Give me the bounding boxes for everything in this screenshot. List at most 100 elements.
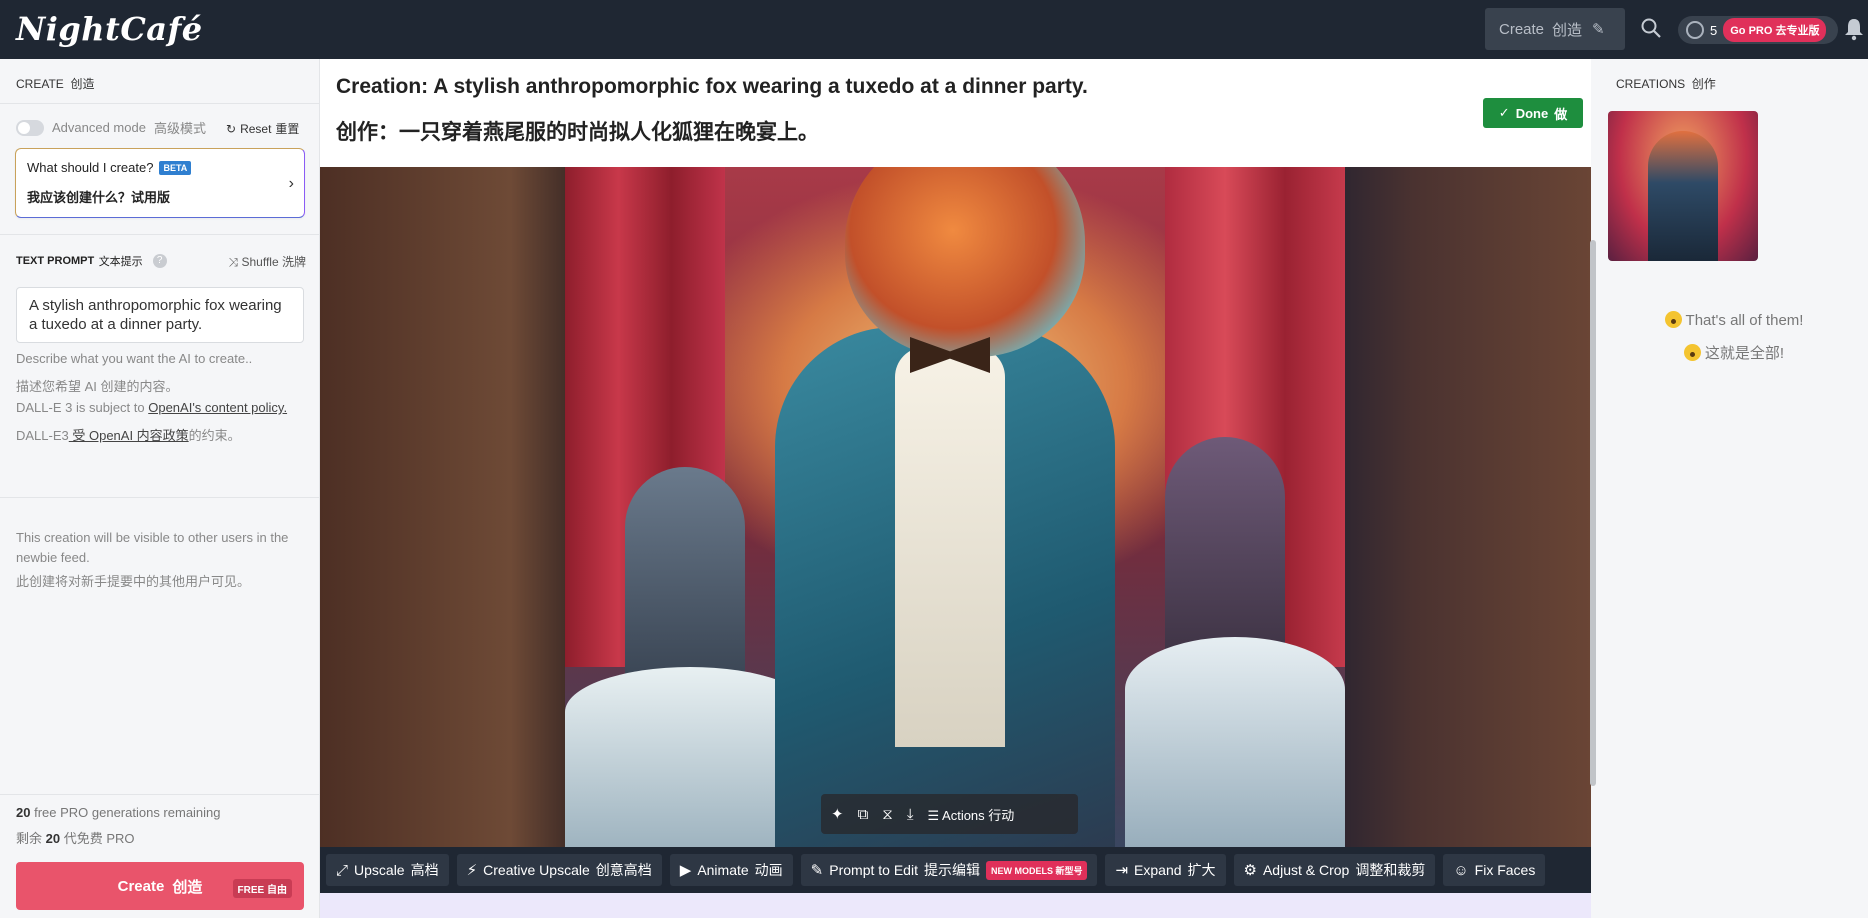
expand-button[interactable]: ⇥ Expand 扩大: [1105, 854, 1226, 886]
hourglass-icon[interactable]: ⧖: [882, 806, 893, 823]
create-button-label-cn: 创造: [172, 878, 203, 896]
end-note-cn: 这就是全部!: [1600, 342, 1868, 363]
animate-button[interactable]: ▶ Animate 动画: [669, 854, 793, 886]
header-create-label-cn: 创造: [1552, 21, 1583, 39]
toggle-switch[interactable]: [16, 119, 44, 136]
action-label-cn: 调整和裁剪: [1355, 862, 1426, 878]
reset-button[interactable]: ↻ Reset 重置: [226, 120, 299, 137]
gens-text: free PRO generations remaining: [30, 805, 221, 820]
fix-faces-button[interactable]: ☺ Fix Faces: [1443, 854, 1546, 886]
advanced-mode-label-cn: 高级模式: [153, 121, 206, 136]
action-label: Creative Upscale: [483, 862, 590, 878]
create-button-label: Create: [117, 877, 165, 895]
creation-view: Creation: A stylish anthropomorphic fox …: [320, 59, 1591, 918]
policy-link[interactable]: OpenAI's content policy.: [148, 400, 287, 415]
advanced-mode-toggle[interactable]: Advanced mode 高级模式: [16, 118, 206, 137]
creations-title-cn: 创作: [1691, 77, 1716, 91]
visibility-note: This creation will be visible to other u…: [16, 528, 306, 592]
action-label: Expand: [1134, 862, 1182, 878]
new-models-badge: NEW MODELS 新型号: [985, 860, 1088, 880]
policy-cn-prefix: DALL-E3: [16, 428, 69, 443]
actions-label-cn: 行动: [988, 807, 1015, 823]
credits-count: 5: [1710, 22, 1718, 38]
create-title-cn: 创造: [70, 77, 95, 91]
pencil-icon: ✎: [1592, 21, 1605, 38]
main-scrollbar[interactable]: [1590, 240, 1596, 786]
text-prompt-header: TEXT PROMPT 文本提示 ? ⤨ Shuffle 洗牌: [16, 252, 306, 270]
generations-remaining: 20 free PRO generations remaining 剩余 20 …: [16, 800, 221, 852]
free-badge: FREE 自由: [232, 879, 292, 898]
search-icon[interactable]: [1640, 17, 1662, 39]
fox-shirt: [895, 347, 1005, 747]
adjust-crop-button[interactable]: ⚙ Adjust & Crop 调整和裁剪: [1233, 854, 1436, 886]
expand-icon: ⤢: [336, 861, 349, 879]
reset-label-cn: 重置: [275, 122, 300, 136]
done-label: Done: [1515, 105, 1549, 121]
action-label-cn: 创意高档: [595, 862, 652, 878]
gear-icon: ⚙: [1243, 862, 1257, 879]
credits-pill[interactable]: 5 Go PRO 去专业版: [1678, 16, 1838, 44]
prompt-to-edit-button[interactable]: ✎ Prompt to Edit 提示编辑 NEW MODELS 新型号: [800, 854, 1098, 886]
video-icon: ▶: [679, 862, 692, 879]
creative-upscale-button[interactable]: ⚡ Creative Upscale 创意高档: [456, 854, 662, 886]
visibility-note-cn: 此创建将对新手提要中的其他用户可见。: [16, 574, 251, 589]
header-create-label: Create: [1499, 20, 1545, 38]
dinner-table-right: [1125, 637, 1345, 847]
gens-cn-suffix: 代免费 PRO: [60, 831, 135, 846]
action-label-cn: 动画: [754, 862, 783, 878]
visibility-note-en: This creation will be visible to other u…: [16, 530, 289, 565]
what-should-i-create-card[interactable]: What should I create? BETA 我应该创建什么？试用版 ›: [15, 148, 305, 218]
policy-cn-link[interactable]: 受 OpenAI 内容政策: [69, 428, 188, 443]
upscale-button[interactable]: ⤢ Upscale 高档: [326, 854, 449, 886]
sparkle-icon[interactable]: ✦: [831, 805, 844, 823]
text-prompt-input[interactable]: A stylish anthropomorphic fox wearing a …: [16, 287, 304, 343]
shuffle-button[interactable]: ⤨ Shuffle 洗牌: [229, 253, 306, 270]
divider: [0, 794, 320, 795]
action-label: Fix Faces: [1474, 862, 1536, 878]
describe-hint: Describe what you want the AI to create.…: [16, 351, 253, 366]
expand-right-icon: ⇥: [1115, 862, 1129, 879]
surprised-emoji-icon: [1664, 311, 1682, 328]
create-title: CREATE: [16, 77, 64, 91]
creation-title: Creation: A stylish anthropomorphic fox …: [336, 75, 1088, 98]
shuffle-label-cn: 洗牌: [281, 254, 306, 269]
creation-image-area: ✦ ⧉ ⧖ ⤓ ☰ Actions 行动: [320, 167, 1591, 847]
policy-prefix: DALL-E 3 is subject to: [16, 400, 149, 415]
chevron-right-icon: ›: [288, 175, 294, 192]
creation-thumbnail[interactable]: [1608, 111, 1758, 261]
done-button[interactable]: ✓ Done 做: [1483, 98, 1583, 128]
create-sidebar: CREATE 创造 Advanced mode 高级模式 ↻ Reset 重置 …: [0, 59, 320, 918]
check-icon: ✓: [1498, 105, 1510, 120]
suggest-title-cn: 我应该创建什么？试用版: [27, 190, 171, 205]
creations-panel: CREATIONS 创作 That's all of them! 这就是全部!: [1600, 59, 1868, 918]
thumbnail-fox: [1648, 131, 1718, 261]
actions-menu-button[interactable]: ☰ Actions 行动: [927, 805, 1014, 824]
go-pro-button[interactable]: Go PRO 去专业版: [1723, 18, 1827, 42]
actions-label: Actions: [942, 807, 985, 823]
magic-wand-icon: ⚡: [466, 862, 478, 879]
text-prompt-label-cn: 文本提示: [98, 256, 143, 268]
action-label: Animate: [697, 862, 749, 878]
end-note-text: That's all of them!: [1685, 312, 1804, 329]
describe-hint-cn: 描述您希望 AI 创建的内容。: [16, 379, 179, 394]
bell-icon[interactable]: [1844, 17, 1864, 41]
divider: [0, 103, 320, 104]
download-icon[interactable]: ⤓: [907, 806, 914, 823]
policy-note-cn: DALL-E3 受 OpenAI 内容政策的约束。: [16, 425, 241, 444]
face-icon: ☺: [1453, 861, 1469, 879]
nightcafe-logo[interactable]: NightCafé: [16, 10, 203, 48]
divider: [0, 497, 320, 498]
reset-icon: ↻: [226, 121, 237, 136]
copy-icon[interactable]: ⧉: [858, 806, 869, 823]
help-icon[interactable]: ?: [152, 254, 167, 268]
gopro-label-cn: 去专业版: [1775, 25, 1820, 37]
action-label-cn: 提示编辑: [923, 862, 980, 878]
top-navbar: NightCafé Create 创造 ✎ 5 Go PRO 去专业版: [0, 0, 1868, 59]
bottom-banner: [320, 893, 1591, 918]
gens-count: 20: [16, 805, 31, 820]
surprised-emoji-icon: [1683, 344, 1701, 361]
create-button[interactable]: Create 创造 FREE 自由: [16, 862, 304, 910]
policy-cn-suffix: 的约束。: [188, 428, 241, 443]
generated-image[interactable]: [565, 167, 1345, 847]
header-create-button[interactable]: Create 创造 ✎: [1485, 8, 1625, 50]
